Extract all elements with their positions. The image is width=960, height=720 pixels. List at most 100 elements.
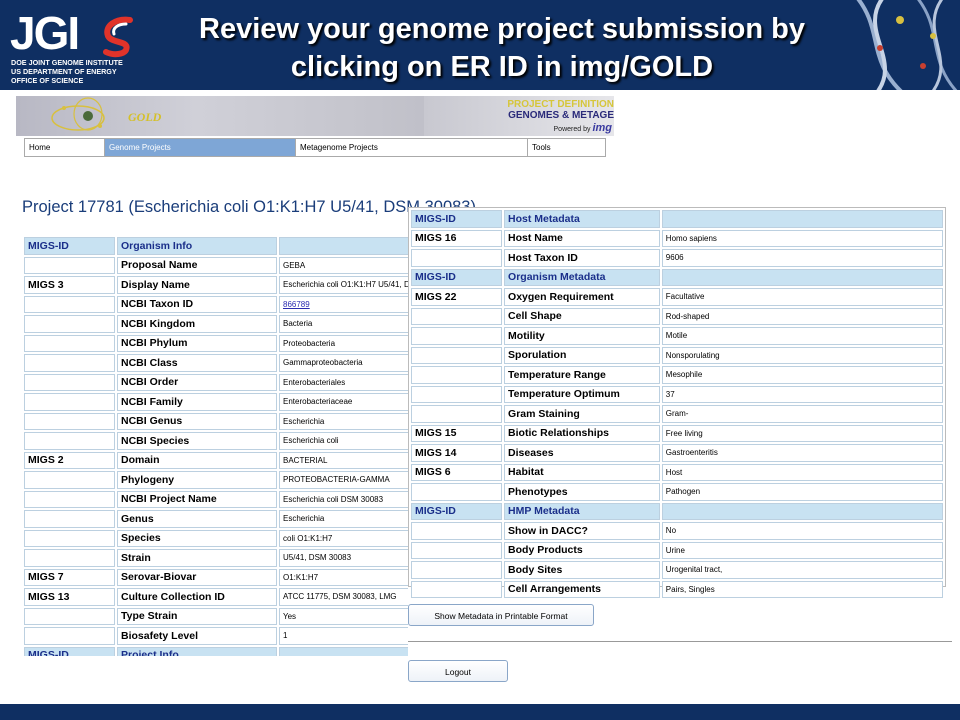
field-value-cell: Pathogen xyxy=(661,483,943,501)
table-row: Type Strain Yes xyxy=(24,607,408,625)
table-row: Sporulation Nonsporulating xyxy=(411,346,943,364)
banner-powered-brand: img xyxy=(592,122,612,134)
field-value-cell: Gram- xyxy=(661,405,943,423)
migs-id-cell xyxy=(24,354,115,372)
field-value-cell: Enterobacteriales xyxy=(279,373,408,391)
migs-id-cell: MIGS-ID xyxy=(411,210,503,228)
nav-tab-home[interactable]: Home xyxy=(25,139,105,156)
jgi-logo: JGI DOE JOINT GENOME INSTITUTE US DEPART… xyxy=(10,8,150,85)
field-value-cell: Escherichia xyxy=(279,510,408,528)
field-value-cell: Escherichia coli DSM 30083 xyxy=(279,490,408,508)
organism-info-panel: MIGS-ID Organism Info Proposal Name GEBA MIG… xyxy=(22,235,408,656)
migs-id-cell: MIGS-ID xyxy=(411,268,503,286)
banner-right-panel: PROJECT DEFINITION GENOMES & METAGE Powe… xyxy=(424,96,614,136)
field-label-cell: NCBI Genus xyxy=(117,412,277,430)
field-value-cell xyxy=(661,210,943,228)
table-row: MIGS 22 Oxygen Requirement Facultative xyxy=(411,288,943,306)
migs-id-cell xyxy=(24,412,115,430)
nav-tab-metagenome-projects[interactable]: Metagenome Projects xyxy=(296,139,528,156)
slide-header: JGI DOE JOINT GENOME INSTITUTE US DEPART… xyxy=(0,0,960,90)
field-value-cell: Motile xyxy=(661,327,943,345)
field-label-cell: Body Sites xyxy=(504,561,660,579)
migs-id-cell: MIGS 16 xyxy=(411,229,503,247)
migs-id-cell xyxy=(24,471,115,489)
field-value-cell: Urine xyxy=(661,541,943,559)
migs-id-cell xyxy=(411,405,503,423)
field-label-cell: Sporulation xyxy=(504,346,660,364)
slide-title-line2: clicking on ER ID in img/GOLD xyxy=(290,51,714,83)
table-row: NCBI Class Gammaproteobacteria xyxy=(24,354,408,372)
table-row: Species coli O1:K1:H7 xyxy=(24,529,408,547)
table-section-header: MIGS-ID Organism Info xyxy=(24,237,408,255)
table-row: Show in DACC? No xyxy=(411,522,943,540)
table-row: MIGS 14 Diseases Gastroenteritis xyxy=(411,444,943,462)
table-section-header: MIGS-ID Organism Metadata xyxy=(411,268,943,286)
table-row: Cell Shape Rod-shaped xyxy=(411,307,943,325)
field-label-cell: NCBI Kingdom xyxy=(117,315,277,333)
field-label-cell: Organism Metadata xyxy=(504,268,660,286)
migs-id-cell: MIGS-ID xyxy=(24,646,115,656)
field-label-cell: Cell Shape xyxy=(504,307,660,325)
table-row: Body Products Urine xyxy=(411,541,943,559)
migs-id-cell xyxy=(411,522,503,540)
logout-button[interactable]: Logout xyxy=(408,660,508,682)
show-printable-metadata-button[interactable]: Show Metadata in Printable Format xyxy=(408,604,594,626)
migs-id-cell xyxy=(411,561,503,579)
table-row: MIGS 13 Culture Collection ID ATCC 11775, … xyxy=(24,588,408,606)
table-row: NCBI Order Enterobacteriales xyxy=(24,373,408,391)
banner-powered-label: Powered by xyxy=(553,126,591,133)
migs-id-cell: MIGS 6 xyxy=(411,463,503,481)
field-label-cell: Biotic Relationships xyxy=(504,424,660,442)
field-value-cell xyxy=(661,502,943,520)
field-label-cell: Project Info xyxy=(117,646,277,656)
nav-tab-genome-projects[interactable]: Genome Projects xyxy=(105,139,296,156)
table-row: Gram Staining Gram- xyxy=(411,405,943,423)
field-value-cell: 9606 xyxy=(661,249,943,267)
migs-id-cell: MIGS 7 xyxy=(24,568,115,586)
field-label-cell: Domain xyxy=(117,451,277,469)
table-row: Temperature Range Mesophile xyxy=(411,366,943,384)
field-label-cell: Gram Staining xyxy=(504,405,660,423)
field-value-cell: PROTEOBACTERIA-GAMMA xyxy=(279,471,408,489)
migs-id-cell: MIGS 2 xyxy=(24,451,115,469)
table-row: MIGS 7 Serovar-Biovar O1:K1:H7 xyxy=(24,568,408,586)
field-label-cell: Proposal Name xyxy=(117,256,277,274)
table-section-header: MIGS-ID Project Info xyxy=(24,646,408,656)
table-row: Phylogeny PROTEOBACTERIA-GAMMA xyxy=(24,471,408,489)
field-value-cell: Rod-shaped xyxy=(661,307,943,325)
table-row: MIGS 6 Habitat Host xyxy=(411,463,943,481)
migs-id-cell: MIGS-ID xyxy=(411,502,503,520)
slide-title: Review your genome project submission by… xyxy=(152,10,852,86)
field-label-cell: Show in DACC? xyxy=(504,522,660,540)
field-value-cell: Gammaproteobacteria xyxy=(279,354,408,372)
table-row: Body Sites Urogenital tract, xyxy=(411,561,943,579)
field-label-cell: NCBI Family xyxy=(117,393,277,411)
field-value-cell: Gastroenteritis xyxy=(661,444,943,462)
field-value-cell xyxy=(279,646,408,656)
migs-id-cell xyxy=(24,432,115,450)
migs-id-cell: MIGS 14 xyxy=(411,444,503,462)
field-value-cell: No xyxy=(661,522,943,540)
table-row: MIGS 2 Domain BACTERIAL xyxy=(24,451,408,469)
field-label-cell: Temperature Range xyxy=(504,366,660,384)
field-label-cell: Display Name xyxy=(117,276,277,294)
nav-tab-tools[interactable]: Tools xyxy=(528,139,605,156)
field-label-cell: NCBI Taxon ID xyxy=(117,295,277,313)
gold-banner-word: GOLD xyxy=(128,110,162,124)
slide-footer xyxy=(0,704,960,720)
slide-title-line1: Review your genome project submission by xyxy=(199,13,805,45)
field-label-cell: Host Metadata xyxy=(504,210,660,228)
jgi-logo-subtitle: DOE JOINT GENOME INSTITUTE US DEPARTMENT… xyxy=(11,58,123,85)
field-value-cell: Escherichia xyxy=(279,412,408,430)
field-label-cell: Diseases xyxy=(504,444,660,462)
field-value-link[interactable]: 866789 xyxy=(283,300,310,309)
jgi-sub-line: DOE JOINT GENOME INSTITUTE xyxy=(11,58,123,67)
field-label-cell: NCBI Phylum xyxy=(117,334,277,352)
table-row: NCBI Project Name Escherichia coli DSM 30… xyxy=(24,490,408,508)
table-row: NCBI Species Escherichia coli xyxy=(24,432,408,450)
field-label-cell: NCBI Project Name xyxy=(117,490,277,508)
migs-id-cell xyxy=(411,307,503,325)
metadata-panel: MIGS-ID Host Metadata MIGS 16 Host Name Homo… xyxy=(408,207,946,598)
table-row: Strain U5/41, DSM 30083 xyxy=(24,549,408,567)
metadata-table: MIGS-ID Host Metadata MIGS 16 Host Name Homo… xyxy=(409,208,945,600)
